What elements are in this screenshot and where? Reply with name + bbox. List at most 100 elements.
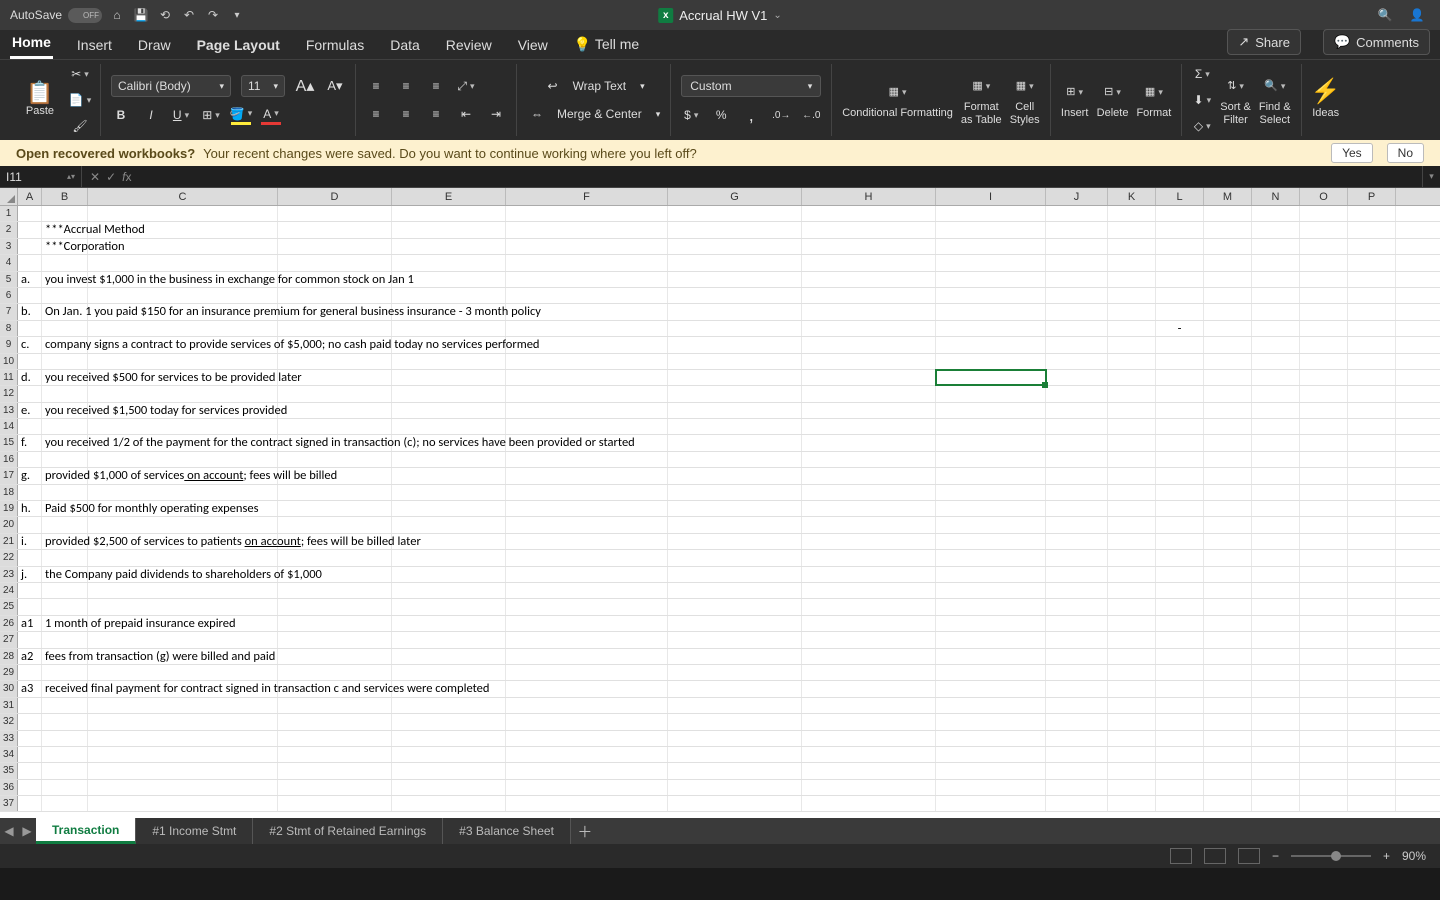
row-header-15[interactable]: 15	[0, 435, 18, 450]
cell-O13[interactable]	[1300, 403, 1348, 418]
cell-H29[interactable]	[802, 665, 936, 680]
col-header-E[interactable]: E	[392, 188, 506, 205]
cell-K37[interactable]	[1108, 796, 1156, 811]
cell-E34[interactable]	[392, 747, 506, 762]
cell-A11[interactable]: d.	[18, 370, 42, 385]
align-top-icon[interactable]: ≡	[366, 76, 386, 96]
row-header-17[interactable]: 17	[0, 468, 18, 483]
cell-M36[interactable]	[1204, 780, 1252, 795]
col-header-D[interactable]: D	[278, 188, 392, 205]
cell-F35[interactable]	[506, 763, 668, 778]
format-as-table-button[interactable]: ▦Format as Table	[961, 74, 1002, 126]
cell-I8[interactable]	[936, 321, 1046, 336]
cell-O23[interactable]	[1300, 567, 1348, 582]
cell-G25[interactable]	[668, 599, 802, 614]
cell-C16[interactable]	[88, 452, 278, 467]
cell-P29[interactable]	[1348, 665, 1396, 680]
cell-L30[interactable]	[1156, 681, 1204, 696]
cell-K1[interactable]	[1108, 206, 1156, 221]
cell-N23[interactable]	[1252, 567, 1300, 582]
cell-N27[interactable]	[1252, 632, 1300, 647]
cell-M26[interactable]	[1204, 616, 1252, 631]
cell-O35[interactable]	[1300, 763, 1348, 778]
col-header-K[interactable]: K	[1108, 188, 1156, 205]
cell-B31[interactable]	[42, 698, 88, 713]
cell-B21[interactable]: provided $2,500 of services to patients …	[42, 534, 88, 549]
cell-F5[interactable]	[506, 272, 668, 287]
cell-F36[interactable]	[506, 780, 668, 795]
cell-B22[interactable]	[42, 550, 88, 565]
col-header-M[interactable]: M	[1204, 188, 1252, 205]
cell-G19[interactable]	[668, 501, 802, 516]
cell-O33[interactable]	[1300, 731, 1348, 746]
cell-N31[interactable]	[1252, 698, 1300, 713]
cell-C1[interactable]	[88, 206, 278, 221]
row-header-5[interactable]: 5	[0, 272, 18, 287]
cell-O34[interactable]	[1300, 747, 1348, 762]
cell-P13[interactable]	[1348, 403, 1396, 418]
cell-K14[interactable]	[1108, 419, 1156, 434]
cell-A12[interactable]	[18, 386, 42, 401]
cell-J24[interactable]	[1046, 583, 1108, 598]
cell-E1[interactable]	[392, 206, 506, 221]
cell-M37[interactable]	[1204, 796, 1252, 811]
cell-J1[interactable]	[1046, 206, 1108, 221]
cell-L5[interactable]	[1156, 272, 1204, 287]
comma-icon[interactable]: ,	[741, 105, 761, 125]
cell-L25[interactable]	[1156, 599, 1204, 614]
increase-indent-icon[interactable]: ⇥	[486, 104, 506, 124]
cell-K27[interactable]	[1108, 632, 1156, 647]
cell-C36[interactable]	[88, 780, 278, 795]
cell-I18[interactable]	[936, 485, 1046, 500]
cell-H6[interactable]	[802, 288, 936, 303]
cell-J3[interactable]	[1046, 239, 1108, 254]
cell-I30[interactable]	[936, 681, 1046, 696]
cell-D14[interactable]	[278, 419, 392, 434]
cell-K30[interactable]	[1108, 681, 1156, 696]
cell-H8[interactable]	[802, 321, 936, 336]
cell-E14[interactable]	[392, 419, 506, 434]
tab-insert[interactable]: Insert	[75, 31, 114, 59]
increase-decimal-icon[interactable]: .0→	[771, 105, 791, 125]
col-header-I[interactable]: I	[936, 188, 1046, 205]
cell-E22[interactable]	[392, 550, 506, 565]
cell-P22[interactable]	[1348, 550, 1396, 565]
cell-A6[interactable]	[18, 288, 42, 303]
page-break-view-icon[interactable]	[1238, 848, 1260, 864]
cell-F34[interactable]	[506, 747, 668, 762]
cell-K20[interactable]	[1108, 517, 1156, 532]
cell-D24[interactable]	[278, 583, 392, 598]
cell-H34[interactable]	[802, 747, 936, 762]
tab-formulas[interactable]: Formulas	[304, 31, 366, 59]
cell-N13[interactable]	[1252, 403, 1300, 418]
cell-L19[interactable]	[1156, 501, 1204, 516]
tab-review[interactable]: Review	[444, 31, 494, 59]
cell-O5[interactable]	[1300, 272, 1348, 287]
cell-K28[interactable]	[1108, 649, 1156, 664]
cell-A36[interactable]	[18, 780, 42, 795]
cell-N12[interactable]	[1252, 386, 1300, 401]
number-format-select[interactable]: Custom▾	[681, 75, 821, 97]
cell-K8[interactable]	[1108, 321, 1156, 336]
cell-H2[interactable]	[802, 222, 936, 237]
cell-M30[interactable]	[1204, 681, 1252, 696]
sheet-tab-0[interactable]: Transaction	[36, 818, 136, 844]
cell-L35[interactable]	[1156, 763, 1204, 778]
undo-icon[interactable]: ↶	[180, 6, 198, 24]
cell-A19[interactable]: h.	[18, 501, 42, 516]
cell-P1[interactable]	[1348, 206, 1396, 221]
cell-G11[interactable]	[668, 370, 802, 385]
cancel-formula-icon[interactable]: ✕	[90, 170, 100, 184]
cell-L14[interactable]	[1156, 419, 1204, 434]
cell-H36[interactable]	[802, 780, 936, 795]
cell-I6[interactable]	[936, 288, 1046, 303]
cell-I24[interactable]	[936, 583, 1046, 598]
cell-M6[interactable]	[1204, 288, 1252, 303]
cell-J19[interactable]	[1046, 501, 1108, 516]
cell-A7[interactable]: b.	[18, 304, 42, 319]
fill-color-button[interactable]: 🪣	[231, 105, 251, 125]
cell-A23[interactable]: j.	[18, 567, 42, 582]
cell-N7[interactable]	[1252, 304, 1300, 319]
cell-M14[interactable]	[1204, 419, 1252, 434]
cell-J11[interactable]	[1046, 370, 1108, 385]
